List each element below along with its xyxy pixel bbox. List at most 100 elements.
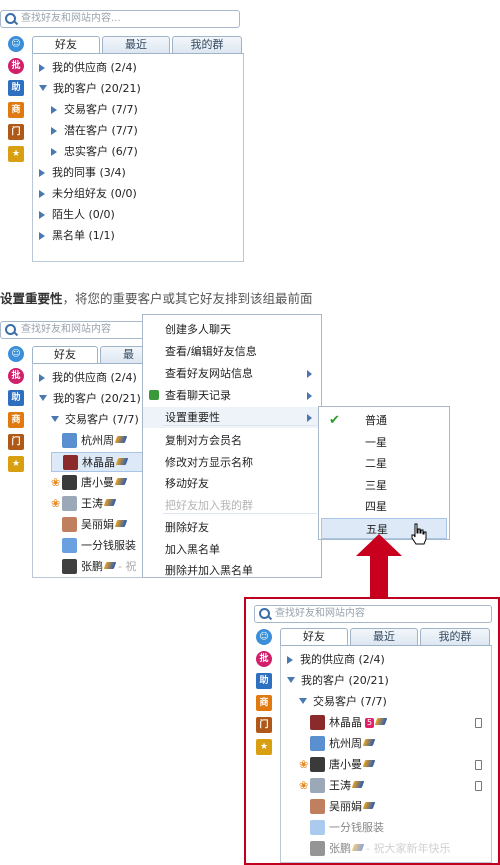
- qq-icon[interactable]: ☺: [256, 629, 272, 645]
- vip-icon: [115, 458, 129, 465]
- menu-item-label: 删除好友: [165, 521, 209, 534]
- contact-row[interactable]: 一分钱服装: [51, 536, 136, 556]
- expand-down-icon[interactable]: [51, 416, 59, 422]
- bang-icon[interactable]: 助: [256, 673, 272, 689]
- expand-right-icon[interactable]: [51, 148, 57, 156]
- expand-right-icon[interactable]: [39, 64, 45, 72]
- gift-icon[interactable]: 门: [8, 124, 24, 140]
- tab-recent[interactable]: 最近: [102, 36, 170, 53]
- contact-row[interactable]: ❀ 王涛: [299, 776, 365, 796]
- bang-icon[interactable]: 助: [8, 390, 24, 406]
- search-input[interactable]: 查找好友和网站内容: [254, 605, 492, 623]
- group-row[interactable]: 黑名单 (1/1): [39, 226, 115, 246]
- tab-my-groups[interactable]: 我的群: [420, 628, 490, 645]
- expand-right-icon[interactable]: [287, 656, 293, 664]
- importance-option[interactable]: 一星: [321, 432, 447, 453]
- gift-icon[interactable]: 门: [256, 717, 272, 733]
- importance-option[interactable]: 二星: [321, 453, 447, 474]
- menu-item[interactable]: 查看/编辑好友信息: [143, 341, 321, 362]
- menu-item-label: 加入黑名单: [165, 543, 220, 556]
- subgroup-row[interactable]: 忠实客户 (6/7): [51, 142, 138, 162]
- expand-right-icon[interactable]: [51, 106, 57, 114]
- expand-down-icon[interactable]: [39, 395, 47, 401]
- menu-separator: [163, 513, 317, 514]
- subgroup-row[interactable]: 交易客户 (7/7): [51, 410, 139, 430]
- submenu-arrow-icon: [307, 414, 312, 422]
- shang-icon[interactable]: 商: [256, 695, 272, 711]
- group-row[interactable]: 我的客户 (20/21): [39, 389, 141, 409]
- group-row[interactable]: 未分组好友 (0/0): [39, 184, 137, 204]
- group-label: 黑名单 (1/1): [52, 229, 115, 242]
- menu-item[interactable]: 删除并加入黑名单: [143, 560, 321, 581]
- importance-option[interactable]: 四星: [321, 496, 447, 517]
- group-row[interactable]: 我的供应商 (2/4): [39, 58, 137, 78]
- star-icon[interactable]: ★: [8, 456, 24, 472]
- expand-right-icon[interactable]: [39, 190, 45, 198]
- tab-friends[interactable]: 好友: [32, 36, 100, 54]
- expand-down-icon[interactable]: [39, 85, 47, 91]
- tab-friends[interactable]: 好友: [280, 628, 348, 646]
- menu-item[interactable]: 查看聊天记录: [143, 385, 321, 406]
- contact-row[interactable]: ❀ 王涛: [51, 494, 117, 514]
- menu-item[interactable]: 复制对方会员名: [143, 430, 321, 451]
- contact-row[interactable]: ❀ 唐小曼: [51, 473, 128, 493]
- expand-right-icon[interactable]: [39, 169, 45, 177]
- menu-item[interactable]: 移动好友: [143, 473, 321, 494]
- shang-icon[interactable]: 商: [8, 412, 24, 428]
- group-row[interactable]: 我的供应商 (2/4): [287, 650, 385, 670]
- shang-icon[interactable]: 商: [8, 102, 24, 118]
- importance-label: 普通: [365, 414, 387, 427]
- group-row[interactable]: 陌生人 (0/0): [39, 205, 115, 225]
- expand-right-icon[interactable]: [51, 127, 57, 135]
- search-input[interactable]: 查找好友和网站内容: [0, 321, 150, 339]
- tab-my-groups[interactable]: 我的群: [172, 36, 242, 53]
- group-row[interactable]: 我的同事 (3/4): [39, 163, 126, 183]
- group-row[interactable]: 我的供应商 (2/4): [39, 368, 137, 388]
- group-row[interactable]: 我的客户 (20/21): [39, 79, 141, 99]
- expand-down-icon[interactable]: [287, 677, 295, 683]
- qq-icon[interactable]: ☺: [8, 36, 24, 52]
- importance-option[interactable]: ✔ 普通: [321, 410, 447, 431]
- expand-right-icon[interactable]: [39, 374, 45, 382]
- expand-right-icon[interactable]: [39, 211, 45, 219]
- contact-row[interactable]: ❀ 唐小曼: [299, 755, 376, 775]
- menu-item[interactable]: 修改对方显示名称: [143, 452, 321, 473]
- contact-row[interactable]: 杭州周: [299, 734, 376, 754]
- app-sidebar: ☺ 批助商门 ★: [8, 346, 26, 486]
- vip-icon: [103, 562, 117, 569]
- vip-icon: [351, 844, 365, 851]
- star-icon[interactable]: ★: [8, 146, 24, 162]
- group-row[interactable]: 我的客户 (20/21): [287, 671, 389, 691]
- star-icon[interactable]: ★: [256, 739, 272, 755]
- subgroup-row[interactable]: 交易客户 (7/7): [299, 692, 387, 712]
- group-label: 我的供应商 (2/4): [300, 653, 385, 666]
- menu-item[interactable]: 删除好友: [143, 517, 321, 538]
- menu-item[interactable]: 查看好友网站信息: [143, 363, 321, 384]
- expand-right-icon[interactable]: [39, 232, 45, 240]
- search-input[interactable]: 查找好友和网站内容...: [0, 10, 240, 28]
- contact-row[interactable]: 一分钱服装: [299, 818, 384, 838]
- contact-row[interactable]: 吴丽娟: [51, 515, 128, 535]
- expand-down-icon[interactable]: [299, 698, 307, 704]
- menu-item[interactable]: 加入黑名单: [143, 539, 321, 560]
- contact-name: 杭州周: [329, 737, 362, 750]
- pi-icon[interactable]: 批: [8, 58, 24, 74]
- contact-row[interactable]: 吴丽娟: [299, 797, 376, 817]
- contact-row[interactable]: 张鹏 - 祝大家新年快乐: [299, 839, 450, 859]
- importance-option[interactable]: 三星: [321, 475, 447, 496]
- subgroup-row[interactable]: 潜在客户 (7/7): [51, 121, 138, 141]
- bang-icon[interactable]: 助: [8, 80, 24, 96]
- avatar: [62, 538, 77, 553]
- qq-icon[interactable]: ☺: [8, 346, 24, 362]
- pi-icon[interactable]: 批: [8, 368, 24, 384]
- contact-row[interactable]: 杭州周: [51, 431, 128, 451]
- contact-row[interactable]: 张鹏 - 祝: [51, 557, 136, 577]
- menu-item[interactable]: 创建多人聊天: [143, 319, 321, 340]
- tab-friends[interactable]: 好友: [32, 346, 98, 364]
- gift-icon[interactable]: 门: [8, 434, 24, 450]
- tab-recent[interactable]: 最近: [350, 628, 418, 645]
- caption-text: ，将您的重要客户或其它好友排到该组最前面: [62, 291, 313, 306]
- subgroup-row[interactable]: 交易客户 (7/7): [51, 100, 138, 120]
- contact-row[interactable]: 林晶晶 5: [299, 713, 388, 733]
- pi-icon[interactable]: 批: [256, 651, 272, 667]
